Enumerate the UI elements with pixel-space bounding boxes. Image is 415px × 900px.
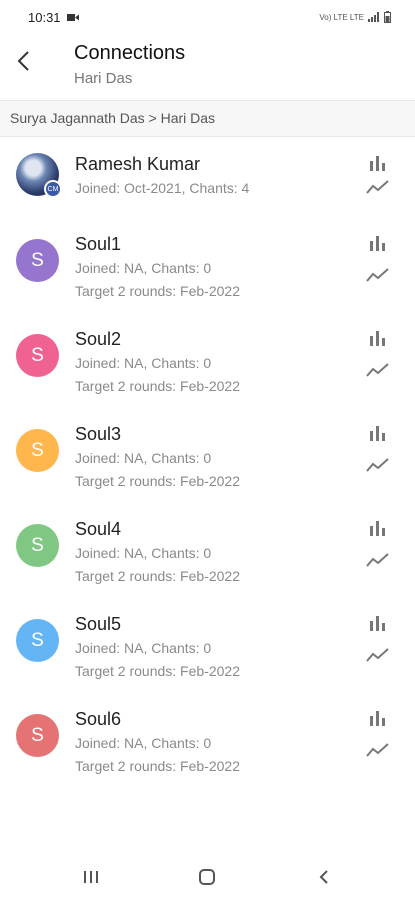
list-item[interactable]: CM Ramesh Kumar Joined: Oct-2021, Chants…: [0, 137, 415, 217]
bar-chart-icon[interactable]: [369, 155, 387, 171]
breadcrumb-bar: Surya Jagannath Das > Hari Das: [0, 100, 415, 137]
system-back-button[interactable]: [309, 862, 339, 892]
back-arrow-icon: [17, 51, 29, 71]
network-indicators: Vo) LTE LTE: [319, 12, 364, 22]
chevron-left-icon: [319, 870, 328, 884]
connection-target: Target 2 rounds: Feb-2022: [75, 758, 240, 774]
avatar-badge: CM: [44, 180, 62, 198]
connection-joined: Joined: NA, Chants: 0: [75, 545, 212, 561]
connection-joined: Joined: NA, Chants: 0: [75, 640, 212, 656]
connection-target: Target 2 rounds: Feb-2022: [75, 663, 240, 679]
avatar-initial: S: [31, 724, 44, 746]
trend-line-icon[interactable]: [366, 647, 390, 663]
bar-chart-icon[interactable]: [369, 710, 387, 726]
breadcrumb[interactable]: Surya Jagannath Das > Hari Das: [10, 110, 215, 126]
connection-name: Soul5: [75, 614, 122, 634]
avatar: S: [16, 714, 59, 757]
battery-icon: [384, 11, 391, 23]
connection-target: Target 2 rounds: Feb-2022: [75, 568, 240, 584]
avatar: S: [16, 239, 59, 282]
connection-joined: Joined: Oct-2021, Chants: 4: [75, 180, 250, 196]
connection-target: Target 2 rounds: Feb-2022: [75, 473, 240, 489]
trend-line-icon[interactable]: [366, 552, 390, 568]
back-button[interactable]: [12, 46, 34, 76]
avatar-initial: S: [31, 344, 44, 366]
avatar: S: [16, 524, 59, 567]
avatar-initial: S: [31, 629, 44, 651]
app-bar: Connections Hari Das: [0, 34, 415, 100]
video-camera-icon: [66, 13, 79, 21]
home-button[interactable]: [192, 862, 222, 892]
list-item[interactable]: S Soul3 Joined: NA, Chants: 0 Target 2 r…: [0, 407, 415, 502]
bar-chart-icon[interactable]: [369, 425, 387, 441]
connection-name: Soul6: [75, 709, 122, 729]
avatar-initial: S: [31, 439, 44, 461]
list-item[interactable]: S Soul1 Joined: NA, Chants: 0 Target 2 r…: [0, 217, 415, 312]
avatar: S: [16, 619, 59, 662]
connection-name: Soul4: [75, 519, 122, 539]
connections-list: CM Ramesh Kumar Joined: Oct-2021, Chants…: [0, 137, 415, 787]
trend-line-icon[interactable]: [366, 179, 390, 195]
recent-apps-button[interactable]: [76, 862, 106, 892]
bar-chart-icon[interactable]: [369, 615, 387, 631]
trend-line-icon[interactable]: [366, 457, 390, 473]
connection-name: Soul1: [75, 234, 122, 254]
bar-chart-icon[interactable]: [369, 520, 387, 536]
connection-name: Soul2: [75, 329, 122, 349]
status-bar: 10:31 Vo) LTE LTE: [0, 0, 415, 34]
list-item[interactable]: S Soul6 Joined: NA, Chants: 0 Target 2 r…: [0, 692, 415, 787]
avatar: S: [16, 334, 59, 377]
avatar-initial: S: [31, 249, 44, 271]
home-icon: [199, 869, 215, 885]
trend-line-icon[interactable]: [366, 267, 390, 283]
bar-chart-icon[interactable]: [369, 330, 387, 346]
connection-target: Target 2 rounds: Feb-2022: [75, 378, 240, 394]
recent-apps-icon: [84, 871, 98, 883]
page-title: Connections: [74, 42, 186, 64]
connection-joined: Joined: NA, Chants: 0: [75, 450, 212, 466]
connection-joined: Joined: NA, Chants: 0: [75, 355, 212, 371]
trend-line-icon[interactable]: [366, 742, 390, 758]
connection-target: Target 2 rounds: Feb-2022: [75, 283, 240, 299]
list-item[interactable]: S Soul2 Joined: NA, Chants: 0 Target 2 r…: [0, 312, 415, 407]
connection-name: Soul3: [75, 424, 122, 444]
trend-line-icon[interactable]: [366, 362, 390, 378]
avatar-initial: S: [31, 534, 44, 556]
status-time: 10:31: [28, 9, 61, 25]
connection-joined: Joined: NA, Chants: 0: [75, 735, 212, 751]
avatar: S: [16, 429, 59, 472]
bar-chart-icon[interactable]: [369, 235, 387, 251]
signal-icon: [368, 12, 379, 22]
connection-name: Ramesh Kumar: [75, 154, 201, 174]
system-nav-bar: [0, 852, 415, 900]
avatar: CM: [16, 153, 62, 198]
list-item[interactable]: S Soul4 Joined: NA, Chants: 0 Target 2 r…: [0, 502, 415, 597]
connection-joined: Joined: NA, Chants: 0: [75, 260, 212, 276]
list-item[interactable]: S Soul5 Joined: NA, Chants: 0 Target 2 r…: [0, 597, 415, 692]
page-subtitle: Hari Das: [74, 70, 133, 87]
